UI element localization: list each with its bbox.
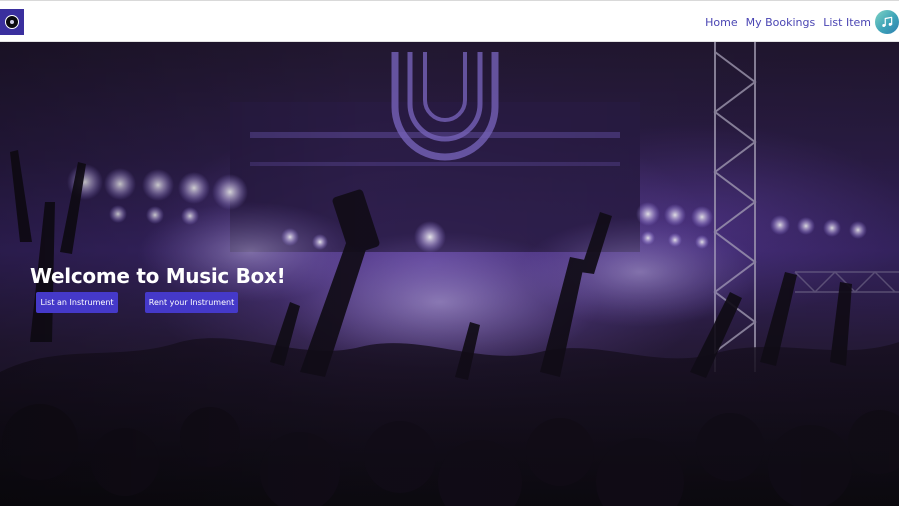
music-box-logo-icon [5, 15, 19, 29]
nav-link-list-item[interactable]: List Item [823, 16, 871, 29]
music-box-logo[interactable] [0, 9, 24, 35]
navbar: Home My Bookings List Item [0, 0, 899, 42]
rent-instrument-button[interactable]: Rent your Instrument [145, 292, 238, 313]
nav-link-my-bookings[interactable]: My Bookings [746, 16, 816, 29]
hero-section: Welcome to Music Box! List an Instrument… [0, 42, 899, 506]
nav-links: Home My Bookings List Item [705, 1, 899, 43]
music-note-icon [882, 16, 893, 28]
music-note-avatar[interactable] [875, 10, 899, 34]
hero-title: Welcome to Music Box! [30, 264, 286, 288]
nav-link-home[interactable]: Home [705, 16, 737, 29]
list-instrument-button[interactable]: List an Instrument [36, 292, 118, 313]
